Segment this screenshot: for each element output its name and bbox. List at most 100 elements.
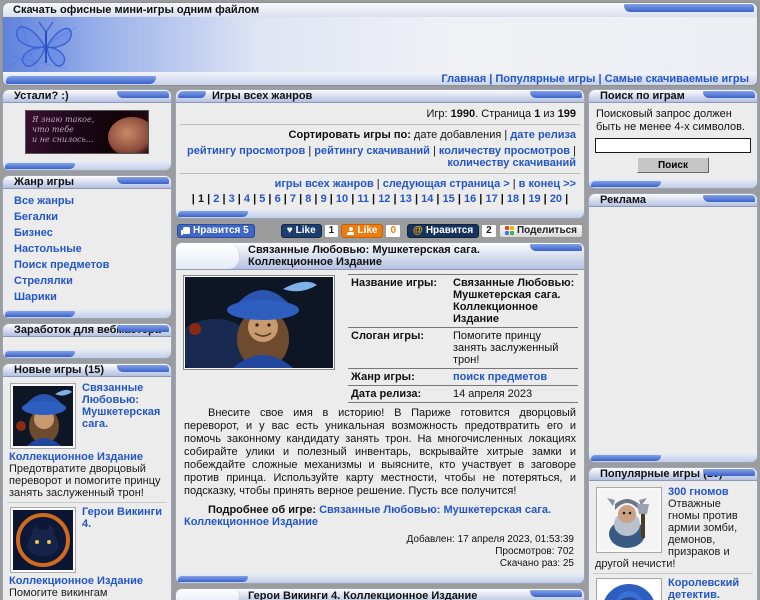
decorative-swoosh xyxy=(624,4,754,12)
page-number-link[interactable]: 3 xyxy=(229,193,244,205)
search-input[interactable] xyxy=(595,138,751,153)
decorative-swoosh xyxy=(591,455,661,461)
sort-by-view-rating-link[interactable]: рейтингу просмотров xyxy=(187,145,305,157)
page-number-link[interactable]: 14 xyxy=(421,193,442,205)
facebook-like-button[interactable]: Нравится 5 xyxy=(177,223,255,238)
page-number-link[interactable]: 11 xyxy=(357,193,378,205)
popular-game-title-link[interactable]: 300 гномов xyxy=(668,486,729,498)
mailru-like-button[interactable]: @ Нравится xyxy=(407,223,480,238)
page-number-link[interactable]: 12 xyxy=(378,193,399,205)
vk-like-count: 1 xyxy=(323,223,340,238)
page-number-link[interactable]: 4 xyxy=(244,193,259,205)
left-sidebar: Устали? :) Я знаю такое, что тебе и не с… xyxy=(2,89,172,600)
page-number-link[interactable]: 15 xyxy=(443,193,464,205)
page: Скачать офисные мини-игры одним файлом Г… xyxy=(0,0,760,600)
genre-link-shooters[interactable]: Стрелялки xyxy=(8,273,166,289)
ad-slot xyxy=(588,207,758,453)
game-added-date: Добавлен: 17 апреля 2023, 01:53:39 xyxy=(406,534,575,545)
page-number-current: 1 xyxy=(198,193,213,205)
last-page-link[interactable]: в конец >> xyxy=(510,178,576,190)
ad-banner-figure xyxy=(108,117,148,153)
page-number-link[interactable]: 2 xyxy=(213,193,228,205)
page-number-link[interactable]: 19 xyxy=(528,193,549,205)
site-banner xyxy=(2,17,758,72)
page-number-link[interactable]: 18 xyxy=(507,193,528,205)
odnoklassniki-like-count: 0 xyxy=(385,223,402,238)
divider xyxy=(180,173,580,174)
new-game-desc: Помогите викингам предотвратить вечную т… xyxy=(9,587,154,600)
decorative-swoosh xyxy=(117,177,169,184)
page-number-link[interactable]: 5 xyxy=(259,193,274,205)
sort-by-views-link[interactable]: количеству просмотров xyxy=(430,145,570,157)
odnoklassniki-like-button[interactable]: Like xyxy=(341,223,384,238)
page-number-link[interactable]: 17 xyxy=(485,193,506,205)
musketeer-thumbnail[interactable] xyxy=(10,383,76,449)
search-button[interactable]: Поиск xyxy=(637,157,709,173)
genre-link-business[interactable]: Бизнес xyxy=(8,225,166,241)
current-page: 1 xyxy=(534,108,541,120)
nav-home-link[interactable]: Главная xyxy=(441,73,486,85)
decorative-swoosh xyxy=(530,590,582,597)
top-nav: ГлавнаяПопулярные игрыСамые скачиваемые … xyxy=(2,72,758,86)
genre-link-balls[interactable]: Шарики xyxy=(8,289,166,305)
dwarf-thumbnail[interactable] xyxy=(596,487,662,553)
pager-links: игры всех жанровследующая страница >в ко… xyxy=(180,176,580,192)
all-genres-link[interactable]: игры всех жанров xyxy=(275,178,374,190)
decorative-swoosh xyxy=(5,163,75,169)
decorative-swoosh xyxy=(176,589,240,600)
person-icon xyxy=(347,226,355,235)
genre-link-all[interactable]: Все жанры xyxy=(8,193,166,209)
webmaster-panel: Заработок для вебмастера xyxy=(2,323,172,359)
genre-link-board[interactable]: Настольные xyxy=(8,241,166,257)
viking-wolf-thumbnail[interactable] xyxy=(10,507,76,573)
decorative-swoosh xyxy=(117,325,169,332)
page-number-link[interactable]: 10 xyxy=(336,193,357,205)
page-number-link[interactable]: 20 xyxy=(550,193,568,205)
next-page-link[interactable]: следующая страница > xyxy=(374,178,510,190)
tired-panel: Устали? :) Я знаю такое, что тебе и не с… xyxy=(2,89,172,171)
game-downloads: Скачано раз: 25 xyxy=(499,558,574,569)
musketeer-game-thumbnail[interactable] xyxy=(183,275,335,370)
games-list-title: Игры всех жанров xyxy=(212,90,313,102)
game-name-label: Название игры: xyxy=(348,274,450,328)
game-entry-panel: Связанные Любовью: Мушкетерская сага. Ко… xyxy=(175,242,585,584)
adult-ad-banner[interactable]: Я знаю такое, что тебе и не снилось... xyxy=(25,110,149,154)
new-game-item: Связанные Любовью: Мушкетерская сага. Ко… xyxy=(7,379,167,502)
genre-link-hidden-object[interactable]: Поиск предметов xyxy=(8,257,166,273)
search-hint: Поисковый запрос должен быть не менее 4-… xyxy=(596,108,746,133)
sort-by-download-rating-link[interactable]: рейтингу скачиваний xyxy=(305,145,430,157)
page-number-link[interactable]: 7 xyxy=(290,193,305,205)
nav-most-downloaded-link[interactable]: Самые скачиваемые игры xyxy=(595,73,749,85)
hooded-woman-thumbnail[interactable] xyxy=(596,578,662,600)
page-number-link[interactable]: 6 xyxy=(275,193,290,205)
vk-like-button[interactable]: ♥ Like xyxy=(280,223,322,238)
sort-line-1: Сортировать игры по: дате добавления | д… xyxy=(288,129,576,141)
nav-popular-link[interactable]: Популярные игры xyxy=(486,73,595,85)
new-game-item: Герои Викинги 4. Коллекционное Издание П… xyxy=(7,502,167,600)
decorative-swoosh xyxy=(178,211,248,217)
share-button[interactable]: Поделиться xyxy=(498,223,583,238)
game-title: Герои Викинги 4. Коллекционное Издание xyxy=(248,590,478,600)
sort-current: дате добавления xyxy=(413,129,502,141)
game-title: Связанные Любовью: Мушкетерская сага. Ко… xyxy=(248,244,480,268)
thumbs-up-icon xyxy=(181,227,190,235)
decorative-swoosh xyxy=(5,311,75,317)
decorative-swoosh xyxy=(591,181,661,187)
game-description: Внесите свое имя в историю! В Париже гот… xyxy=(184,407,576,497)
decorative-swoosh xyxy=(176,243,240,269)
page-number-link[interactable]: 13 xyxy=(400,193,421,205)
genre-link-runners[interactable]: Бегалки xyxy=(8,209,166,225)
popular-game-item: Королевский детектив. Королева теней. Ко… xyxy=(593,573,753,600)
page-number-link[interactable]: 9 xyxy=(321,193,336,205)
page-number-link[interactable]: 8 xyxy=(305,193,320,205)
more-label: Подробнее об игре: xyxy=(208,504,317,516)
game-genre-link[interactable]: поиск предметов xyxy=(453,371,547,383)
game-release-value: 14 апреля 2023 xyxy=(450,385,578,403)
sort-line-2: рейтингу просмотроврейтингу скачиванийко… xyxy=(180,143,580,171)
page-number-link[interactable]: 16 xyxy=(464,193,485,205)
sort-by-release-link[interactable]: дате релиза xyxy=(510,129,576,141)
decorative-swoosh xyxy=(117,91,169,98)
at-icon: @ xyxy=(413,225,423,236)
new-game-desc: Предотвратите дворцовый переворот и помо… xyxy=(9,463,161,499)
game-release-label: Дата релиза: xyxy=(348,385,450,403)
